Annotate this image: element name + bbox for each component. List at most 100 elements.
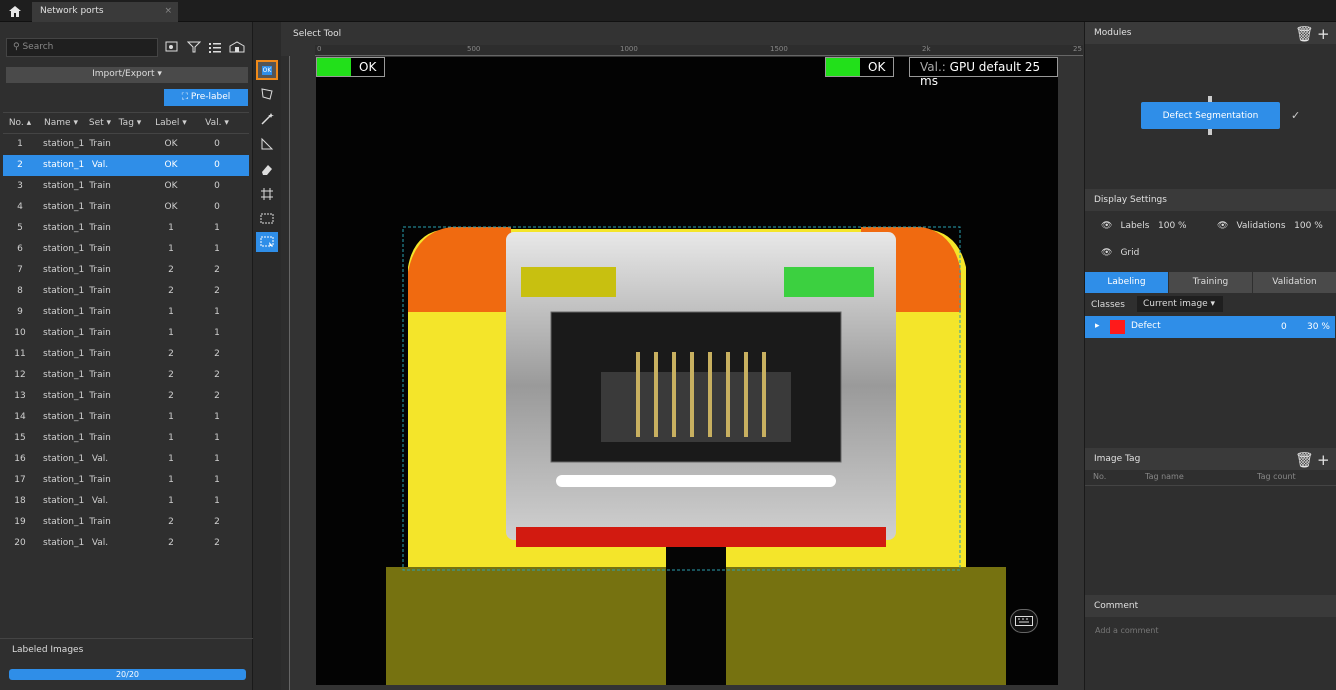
table-cell: station_1... [43,202,85,212]
filter-icon[interactable] [186,40,202,54]
table-cell: 1 [214,454,220,464]
image-mode-icon[interactable] [229,40,245,54]
table-cell [115,470,145,491]
image-filter-icon[interactable] [164,40,180,54]
table-row[interactable]: 7 station_1... Train 2 2 [3,260,249,281]
module-defect-segmentation[interactable]: Defect Segmentation [1141,102,1280,129]
table-cell: 2 [214,538,220,548]
table-cell: 2 [214,265,220,275]
rect-select-icon[interactable] [256,208,278,228]
column-header-name[interactable]: Name ▾ [37,113,85,133]
ok-label-tool[interactable]: OK [256,60,278,80]
trash-icon[interactable]: 🗑 [1295,25,1314,43]
table-cell: station_1... [43,391,85,401]
table-cell: 11 [14,349,26,359]
table-cell: station_1... [43,307,85,317]
table-row[interactable]: 19 station_1... Train 2 2 [3,512,249,533]
classes-select[interactable]: Current image ▾ [1137,296,1223,312]
class-row-defect[interactable]: ▸ Defect 0 30 % [1085,316,1335,338]
table-row[interactable]: 3 station_1... Train OK 0 [3,176,249,197]
grid-tool-icon[interactable] [256,184,278,204]
table-row[interactable]: 6 station_1... Train 1 1 [3,239,249,260]
table-row[interactable]: 18 station_1... Val. 1 1 [3,491,249,512]
table-cell: 0 [214,160,220,170]
table-cell: 15 [14,433,26,443]
column-header-tag[interactable]: Tag ▾ [115,113,145,133]
table-row[interactable]: 9 station_1... Train 1 1 [3,302,249,323]
lasso-tool-icon[interactable] [256,134,278,154]
table-cell: 2 [214,286,220,296]
labels-toggle[interactable]: 👁 Labels 100 % [1101,221,1187,231]
home-icon[interactable] [7,4,23,18]
horizontal-ruler: 0 500 1000 1500 2k 25 [315,45,1083,56]
ok-result-right: OK [825,57,895,77]
eraser-icon[interactable] [256,159,278,179]
table-row[interactable]: 20 station_1... Val. 2 2 [3,533,249,554]
table-row[interactable]: 13 station_1... Train 2 2 [3,386,249,407]
comment-input[interactable]: Add a comment [1095,626,1158,635]
table-row[interactable]: 8 station_1... Train 2 2 [3,281,249,302]
validations-toggle[interactable]: 👁 Validations 100 % [1217,221,1323,231]
table-cell: 13 [14,391,26,401]
import-export-button[interactable]: Import/Export ▾ [6,67,248,83]
table-cell: 18 [14,496,26,506]
eye-icon: 👁 [1101,221,1113,231]
table-cell: station_1... [43,181,85,191]
column-header-label[interactable]: Label ▾ [145,113,197,133]
table-row[interactable]: 12 station_1... Train 2 2 [3,365,249,386]
magic-wand-icon[interactable] [256,109,278,129]
table-row[interactable]: 15 station_1... Train 1 1 [3,428,249,449]
pre-label-button[interactable]: ⛶ Pre-label [164,89,248,106]
table-cell: 2 [168,538,174,548]
column-header-set[interactable]: Set ▾ [85,113,115,133]
keyboard-icon[interactable] [1010,609,1038,633]
table-cell [115,197,145,218]
class-count: 0 [1281,322,1287,332]
add-icon[interactable]: + [1317,25,1330,43]
table-row[interactable]: 1 station_1... Train OK 0 [3,134,249,155]
column-header-val[interactable]: Val. ▾ [197,113,237,133]
search-input[interactable]: ⚲ Search [6,38,158,57]
table-cell [115,365,145,386]
tab-training[interactable]: Training [1169,272,1253,293]
table-cell: 2 [168,391,174,401]
validation-info: Val.: GPU default 25 ms [909,57,1058,88]
list-icon[interactable] [207,40,223,54]
table-row[interactable]: 4 station_1... Train OK 0 [3,197,249,218]
image-canvas[interactable]: OK OK Val.: GPU default 25 ms [316,57,1058,685]
ruler-tick: 1500 [770,45,788,53]
tab-validation[interactable]: Validation [1253,272,1336,293]
table-row[interactable]: 16 station_1... Val. 1 1 [3,449,249,470]
polygon-tool-icon[interactable] [256,84,278,104]
add-icon[interactable]: + [1317,451,1330,469]
table-cell [115,491,145,512]
table-cell: Train [89,412,111,422]
table-row[interactable]: 11 station_1... Train 2 2 [3,344,249,365]
table-cell [115,218,145,239]
panel-tabs: Labeling Training Validation [1085,272,1336,293]
column-header-no[interactable]: No. ▴ [3,113,37,133]
pre-label-icon: ⛶ [181,92,191,102]
table-row[interactable]: 14 station_1... Train 1 1 [3,407,249,428]
table-row[interactable]: 17 station_1... Train 1 1 [3,470,249,491]
tab-labeling[interactable]: Labeling [1085,272,1169,293]
ok-tool-icon: OK [261,65,273,75]
table-row[interactable]: 2 station_1... Val. OK 0 [3,155,249,176]
modules-header: Modules 🗑 + [1085,22,1336,44]
table-cell: Train [89,307,111,317]
tag-col-no: No. [1093,472,1107,481]
expand-icon[interactable]: ▸ [1095,321,1100,331]
table-cell: OK [164,202,178,212]
trash-icon[interactable]: 🗑 [1295,451,1314,469]
tab-network-ports[interactable]: Network ports × [32,2,178,22]
table-row[interactable]: 5 station_1... Train 1 1 [3,218,249,239]
select-tool-icon[interactable] [256,232,278,252]
table-cell: Train [89,181,111,191]
table-cell: 2 [214,517,220,527]
module-connector [1208,129,1212,135]
table-row[interactable]: 10 station_1... Train 1 1 [3,323,249,344]
grid-toggle[interactable]: 👁 Grid [1101,248,1139,258]
table-cell: OK [164,181,178,191]
close-icon[interactable]: × [164,6,172,16]
table-cell: station_1... [43,223,85,233]
